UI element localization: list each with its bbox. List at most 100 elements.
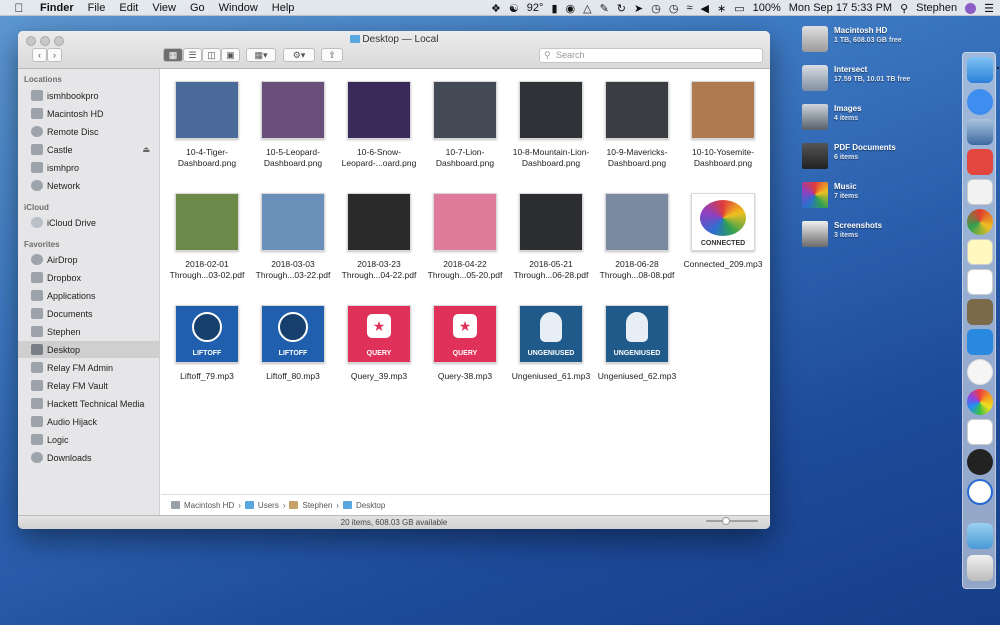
sidebar-item-macintosh-hd[interactable]: Macintosh HD [18, 105, 160, 122]
view-gallery-button[interactable]: ▣ [221, 48, 240, 62]
file-item[interactable]: 10-4-Tiger-Dashboard.png [165, 81, 249, 175]
group-by-button[interactable]: ▦▾ [246, 48, 276, 62]
sidebar-item-audio-hijack[interactable]: Audio Hijack [18, 413, 160, 430]
rocket-icon[interactable]: ➤ [634, 2, 643, 15]
file-item[interactable]: 10-6-Snow-Leopard-...oard.png [337, 81, 421, 175]
file-item[interactable]: 2018-03-23 Through...04-22.pdf [337, 193, 421, 287]
file-item[interactable]: UNGENIUSED Ungeniused_62.mp3 [595, 305, 679, 399]
view-columns-button[interactable]: ◫ [202, 48, 221, 62]
file-item[interactable]: 10-10-Yosemite-Dashboard.png [681, 81, 765, 175]
desktop-item-intersect[interactable]: Intersect 17.59 TB, 10.01 TB free [802, 65, 932, 91]
file-item[interactable]: LIFTOFF Liftoff_79.mp3 [165, 305, 249, 399]
path-item-stephen[interactable]: Stephen [302, 501, 332, 510]
preview-icon[interactable] [967, 119, 993, 145]
notes-icon[interactable]: ▮ [551, 2, 557, 15]
hazel-icon[interactable]: △ [583, 2, 591, 15]
scrivener-icon[interactable] [967, 179, 993, 205]
itunes-icon[interactable] [967, 359, 993, 385]
bookmark-icon[interactable] [967, 329, 993, 355]
back-button[interactable]: ‹ [32, 48, 47, 62]
view-icons-button[interactable]: ▦ [163, 48, 183, 62]
menu-edit[interactable]: Edit [119, 2, 138, 14]
menu-go[interactable]: Go [190, 2, 205, 14]
desktop-item-music[interactable]: Music 7 items [802, 182, 932, 208]
creative-cloud-icon[interactable]: ☯ [509, 2, 519, 15]
calendar-icon[interactable] [967, 269, 993, 295]
trash-icon[interactable] [967, 555, 993, 581]
sidebar-item-remote-disc[interactable]: Remote Disc [18, 123, 160, 140]
desktop-item-macintosh-hd[interactable]: Macintosh HD 1 TB, 608.03 GB free [802, 26, 932, 52]
icon-size-slider-knob[interactable] [722, 517, 730, 525]
desktop-item-images[interactable]: Images 4 items [802, 104, 932, 130]
bluetooth-icon[interactable]: ∗ [717, 2, 726, 15]
file-item[interactable]: 2018-03-03 Through...03-22.pdf [251, 193, 335, 287]
file-item[interactable]: 2018-04-22 Through...05-20.pdf [423, 193, 507, 287]
notification-center-icon[interactable]: ☰ [984, 2, 994, 15]
desktop-item-pdf-documents[interactable]: PDF Documents 6 items [802, 143, 932, 169]
menu-file[interactable]: File [88, 2, 106, 14]
eject-icon[interactable]: ⏏ [142, 145, 150, 154]
sidebar-item-ismhpro[interactable]: ismhpro [18, 159, 160, 176]
apple-menu-icon[interactable]:  [12, 1, 26, 15]
chrome-icon[interactable] [967, 209, 993, 235]
sidebar-item-applications[interactable]: Applications [18, 287, 160, 304]
clock[interactable]: Mon Sep 17 5:33 PM [789, 2, 892, 14]
path-item-users[interactable]: Users [258, 501, 279, 510]
one-password-icon[interactable]: ◷ [651, 2, 661, 15]
menu-help[interactable]: Help [272, 2, 295, 14]
sidebar-item-dropbox[interactable]: Dropbox [18, 269, 160, 286]
file-item[interactable]: 2018-02-01 Through...03-02.pdf [165, 193, 249, 287]
sidebar-item-castle[interactable]: Castle ⏏ [18, 141, 160, 158]
view-list-button[interactable]: ☰ [183, 48, 202, 62]
battery-icon[interactable]: ▭ [734, 2, 744, 15]
file-item[interactable]: UNGENIUSED Ungeniused_61.mp3 [509, 305, 593, 399]
bear-icon[interactable] [967, 449, 993, 475]
forward-button[interactable]: › [47, 48, 62, 62]
action-menu-button[interactable]: ⚙▾ [283, 48, 315, 62]
icon-size-slider[interactable] [706, 520, 758, 522]
sidebar-item-relay-fm-vault[interactable]: Relay FM Vault [18, 377, 160, 394]
sidebar-item-downloads[interactable]: Downloads [18, 449, 160, 466]
pins-icon[interactable] [967, 299, 993, 325]
file-item[interactable]: CONNECTED Connected_209.mp3 [681, 193, 765, 287]
one-password-app-icon[interactable] [967, 479, 993, 505]
todoist-icon[interactable] [967, 149, 993, 175]
time-machine-icon[interactable]: ◷ [669, 2, 679, 15]
sidebar-item-network[interactable]: Network [18, 177, 160, 194]
sidebar-item-stephen[interactable]: Stephen [18, 323, 160, 340]
wifi-icon[interactable]: ≈ [686, 2, 692, 14]
user-name[interactable]: Stephen [916, 2, 957, 14]
spotlight-icon[interactable]: ⚲ [900, 2, 908, 15]
messages-icon[interactable] [967, 89, 993, 115]
file-item[interactable]: 10-5-Leopard-Dashboard.png [251, 81, 335, 175]
sidebar-item-airdrop[interactable]: AirDrop [18, 251, 160, 268]
sidebar-item-logic[interactable]: Logic [18, 431, 160, 448]
notes-app-icon[interactable] [967, 239, 993, 265]
share-button[interactable]: ⇧ [321, 48, 343, 62]
file-item[interactable]: 10-8-Mountain-Lion-Dashboard.png [509, 81, 593, 175]
search-field[interactable]: ⚲ Search [539, 48, 763, 63]
sync-icon[interactable]: ↻ [617, 2, 626, 15]
menu-window[interactable]: Window [219, 2, 258, 14]
path-item-macintosh-hd[interactable]: Macintosh HD [184, 501, 234, 510]
finder-icon[interactable] [967, 57, 993, 83]
sidebar-item-documents[interactable]: Documents [18, 305, 160, 322]
sidebar-item-desktop[interactable]: Desktop [18, 341, 160, 358]
file-item[interactable]: ★ QUERY Query_39.mp3 [337, 305, 421, 399]
pen-icon[interactable]: ✎ [600, 2, 609, 15]
sidebar-item-ismhbookpro[interactable]: ismhbookpro [18, 87, 160, 104]
sidebar-item-relay-fm-admin[interactable]: Relay FM Admin [18, 359, 160, 376]
battery-percent[interactable]: 100% [753, 2, 781, 14]
bartender-icon[interactable]: ◉ [566, 2, 576, 15]
sidebar-item-icloud-drive[interactable]: iCloud Drive [18, 214, 160, 231]
desktop-item-screenshots[interactable]: Screenshots 3 items [802, 221, 932, 247]
menu-view[interactable]: View [152, 2, 176, 14]
file-item[interactable]: 10-7-Lion-Dashboard.png [423, 81, 507, 175]
file-item[interactable]: 2018-06-28 Through...08-08.pdf [595, 193, 679, 287]
weather-temperature[interactable]: 92° [527, 2, 544, 14]
volume-icon[interactable]: ◀ [701, 2, 709, 15]
ia-writer-icon[interactable] [967, 419, 993, 445]
downloads-folder-icon[interactable] [967, 523, 993, 549]
file-item[interactable]: 2018-05-21 Through...06-28.pdf [509, 193, 593, 287]
file-item[interactable]: LIFTOFF Liftoff_80.mp3 [251, 305, 335, 399]
